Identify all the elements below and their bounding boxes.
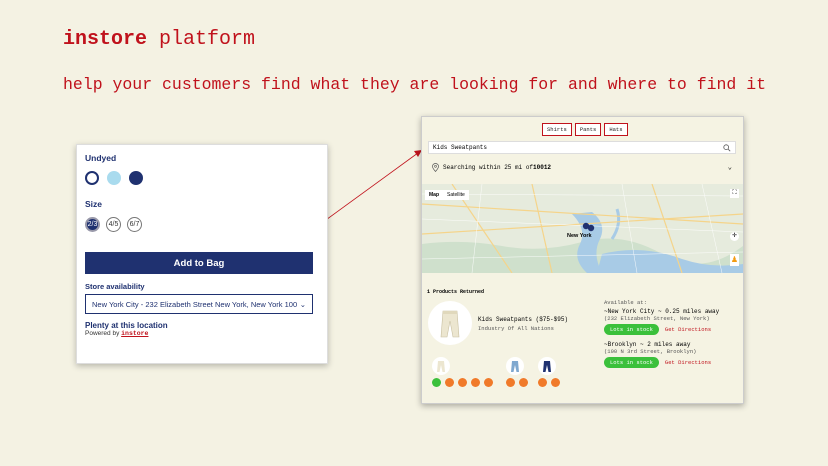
store-select-value: New York City - 232 Elizabeth Street New… [92,299,298,309]
location-zip: 10012 [533,164,552,171]
available-label: Available at: [604,299,647,306]
product-variants [430,357,590,387]
color-label: Undyed [85,153,117,163]
product-name[interactable]: Kids Sweatpants ($75-$95) [478,316,568,323]
product-image[interactable] [428,301,472,345]
size-label: Size [85,199,103,209]
store-select[interactable]: New York City - 232 Elizabeth Street New… [85,294,313,314]
store-address: (100 N 3rd Street, Brooklyn) [604,348,697,355]
instore-link[interactable]: instore [121,330,148,337]
product-options-panel: Undyed Size 2/3 4/5 6/7 Add to Bag Store… [76,144,328,364]
location-row[interactable]: Searching within 25 mi of 10012 ⌄ [432,163,732,172]
store-name: ~New York City ~ 0.25 miles away [604,308,720,315]
location-text: Searching within 25 mi of [443,164,534,171]
compass-icon[interactable]: ✛ [730,232,739,241]
size-dot[interactable] [538,378,547,387]
sweatpants-icon [440,310,460,338]
size-dot[interactable] [551,378,560,387]
size-dot[interactable] [458,378,467,387]
store-availability-label: Store availability [85,282,145,291]
variant-thumb-undyed[interactable] [432,357,450,375]
variant-thumb-navy[interactable] [538,357,556,375]
map-tab-map[interactable]: Map [425,190,443,200]
results-count: 1 Products Returned [427,289,485,295]
size-option[interactable]: 4/5 [106,217,121,232]
search-input[interactable]: Kids Sweatpants [428,141,736,154]
get-directions-link[interactable]: Get Directions [665,359,711,366]
map-city-label: New York [567,233,592,239]
add-to-bag-button[interactable]: Add to Bag [85,252,313,274]
size-dot[interactable] [445,378,454,387]
store-address: (232 Elizabeth Street, New York) [604,315,710,322]
store-name: ~Brooklyn ~ 2 miles away [604,341,691,348]
store-finder-panel: Shirts Pants Hats Kids Sweatpants Search… [421,116,744,404]
size-dot[interactable] [519,378,528,387]
fullscreen-icon[interactable]: ⛶ [730,189,739,198]
get-directions-link[interactable]: Get Directions [665,326,711,333]
swatch-navy[interactable] [129,171,143,185]
tab-hats[interactable]: Hats [604,123,628,136]
search-value: Kids Sweatpants [433,144,488,151]
size-option[interactable]: 2/3 [85,217,100,232]
variant-thumb-light-blue[interactable] [506,357,524,375]
search-icon[interactable] [723,143,731,152]
size-dot[interactable] [471,378,480,387]
pegman-icon[interactable]: ♟ [730,254,739,266]
powered-by: Powered by instore [85,330,149,337]
size-dot[interactable] [484,378,493,387]
stock-badge: Lots in stock [604,357,659,368]
category-tabs: Shirts Pants Hats [542,123,628,136]
swatch-undyed[interactable] [85,171,99,185]
location-pin-icon [432,163,439,172]
tab-shirts[interactable]: Shirts [542,123,572,136]
color-swatches [85,171,317,185]
map-view[interactable]: Map Satellite New York ⛶ ✛ ♟ [422,184,743,273]
swatch-light-blue[interactable] [107,171,121,185]
size-option[interactable]: 6/7 [127,217,142,232]
map-type-tabs: Map Satellite [425,190,469,200]
product-brand: Industry Of All Nations [478,325,554,332]
stock-badge: Lots in stock [604,324,659,335]
chevron-down-icon: ⌄ [299,299,306,309]
size-dot[interactable] [432,378,441,387]
stock-status: Plenty at this location [85,321,168,330]
tab-pants[interactable]: Pants [574,123,602,136]
size-dot[interactable] [506,378,515,387]
size-options: 2/3 4/5 6/7 [85,217,317,232]
chevron-down-icon[interactable]: ⌄ [728,163,732,172]
map-canvas [422,184,743,273]
availability-list: Available at: ~New York City ~ 0.25 mile… [604,299,739,374]
map-tab-satellite[interactable]: Satellite [443,190,469,200]
